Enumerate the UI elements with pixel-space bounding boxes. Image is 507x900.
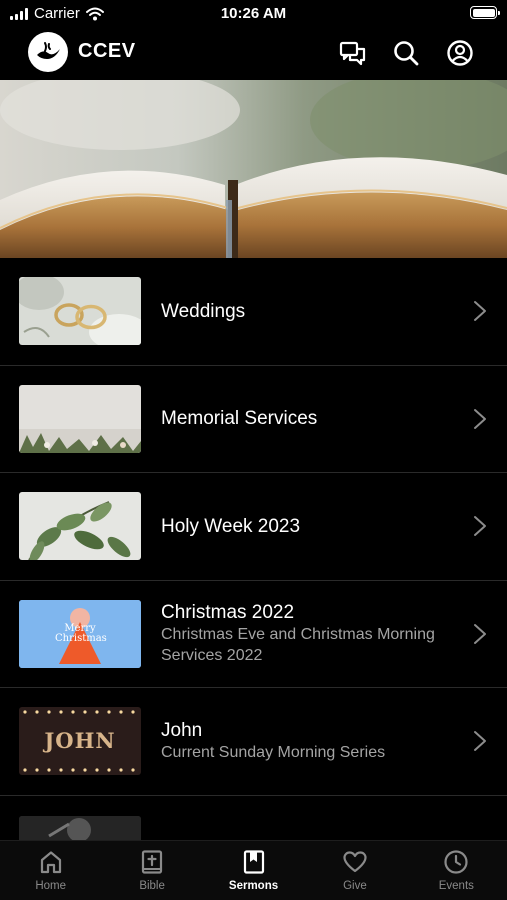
sermon-series-list: Weddings Memorial Services Holy Week 202… [0,258,507,840]
christmas-2022-thumbnail: Merry Christmas [19,599,141,668]
sermon-series-item[interactable]: Merry Christmas Christmas 2022 Christmas… [0,581,507,688]
tab-label: Events [438,880,474,892]
status-bar: Carrier 10:26 AM [0,0,507,28]
series-subtitle: Christmas Eve and Christmas Morning Serv… [161,626,435,665]
user-circle-icon [447,40,473,66]
tab-label: Bible [139,880,165,892]
app-title: CCEV [78,40,136,62]
series-title: Holy Week 2023 [161,515,301,537]
thumbnail-caption: JOHN [44,728,116,754]
open-bible-image [0,80,507,258]
battery-icon [470,6,500,19]
messages-button[interactable] [338,38,368,68]
sermon-series-item[interactable]: Weddings [0,258,507,366]
series-title: Memorial Services [161,408,318,430]
series-title: John [161,720,203,742]
sermon-series-item[interactable]: JOHN John Current Sunday Morning Series [0,688,507,796]
app-header: CCEV [0,28,507,80]
tab-label: Sermons [228,880,279,892]
sermon-series-item[interactable]: Holy Week 2023 [0,473,507,581]
home-icon [40,851,61,874]
tab-label: Give [343,880,367,892]
chat-bubbles-icon [339,41,366,66]
tab-events[interactable]: Events [406,841,507,900]
heart-icon [343,851,367,873]
tab-home[interactable]: Home [0,841,101,900]
search-icon [394,41,419,66]
chevron-right-icon [474,731,486,752]
bookmark-book-icon [243,850,264,874]
weddings-thumbnail [19,277,141,346]
bible-icon [142,850,163,874]
chevron-right-icon [474,623,486,644]
clock-time: 10:26 AM [220,5,287,22]
hero-banner-image [0,80,507,258]
chevron-right-icon [474,516,486,537]
sermon-series-item[interactable] [0,796,507,840]
chevron-right-icon [474,301,486,322]
john-series-thumbnail: JOHN [19,707,141,776]
memorial-services-thumbnail [19,384,141,453]
sermon-series-item[interactable]: Memorial Services [0,366,507,473]
church-logo[interactable] [28,32,68,72]
series-title: Weddings [161,300,246,322]
tab-sermons[interactable]: Sermons [203,841,304,900]
bottom-tab-bar: Home Bible Sermons Give Events [0,840,507,900]
dove-logo-icon [37,42,60,59]
tab-bible[interactable]: Bible [101,841,202,900]
series-subtitle: Current Sunday Morning Series [161,744,386,762]
tab-label: Home [35,880,67,892]
clock-icon [444,850,468,874]
profile-button[interactable] [445,38,475,68]
series-thumbnail [19,815,141,840]
series-title: Christmas 2022 [161,602,295,624]
thumbnail-caption: Merry Christmas [55,622,107,644]
search-button[interactable] [391,38,421,68]
chevron-right-icon [474,408,486,429]
holy-week-thumbnail [19,492,141,561]
tab-give[interactable]: Give [304,841,405,900]
